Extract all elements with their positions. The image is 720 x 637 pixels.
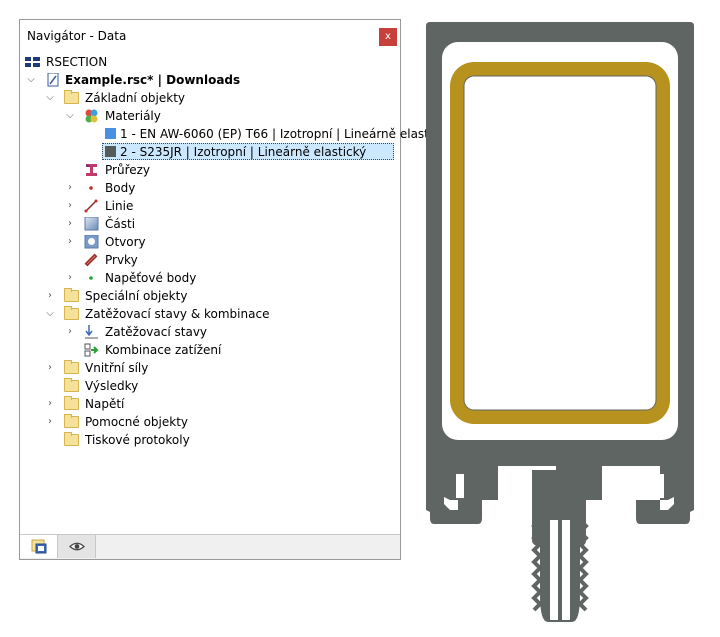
chevron-down-icon[interactable]: ⌵ — [26, 71, 36, 89]
tree-label: Prvky — [105, 253, 138, 267]
chevron-right-icon[interactable]: › — [65, 269, 75, 287]
tree-label: Výsledky — [85, 379, 139, 393]
chevron-right-icon[interactable]: › — [45, 359, 55, 377]
tree-item-material-2[interactable]: 2 - S235JR | Izotropní | Lineárně elasti… — [20, 143, 400, 161]
chevron-right-icon[interactable]: › — [65, 233, 75, 251]
tree-item-printout-reports[interactable]: Tiskové protokoly — [20, 431, 400, 449]
tree-item-stresses[interactable]: › Napětí — [20, 395, 400, 413]
tree-label: Průřezy — [105, 163, 151, 177]
file-icon — [46, 72, 61, 87]
stress-point-icon — [84, 271, 99, 285]
tree-item-results[interactable]: Výsledky — [20, 377, 400, 395]
tree-label: Zatěžovací stavy & kombinace — [85, 307, 270, 321]
folder-icon — [64, 90, 79, 104]
chevron-down-icon[interactable]: ⌵ — [45, 305, 55, 323]
navigator-panel: Navigátor - Data x RSECTION ⌵ Example.rs… — [19, 19, 452, 560]
tree-item-file[interactable]: ⌵ Example.rsc* | Downloads — [20, 71, 400, 89]
line-icon — [84, 199, 99, 213]
close-button[interactable]: x — [379, 28, 397, 46]
tree-item-load-cases-combinations[interactable]: ⌵ Zatěžovací stavy & kombinace — [20, 305, 400, 323]
tree-item-load-combinations[interactable]: Kombinace zatížení — [20, 341, 400, 359]
part-icon — [84, 216, 99, 231]
material-color-icon — [104, 145, 119, 159]
tree-label: Linie — [105, 199, 134, 213]
tree-label: Tiskové protokoly — [85, 433, 190, 447]
chevron-right-icon[interactable]: › — [45, 287, 55, 305]
tree-item-stress-points[interactable]: › Napěťové body — [20, 269, 400, 287]
tree-item-load-cases[interactable]: › Zatěžovací stavy — [20, 323, 400, 341]
section-icon — [84, 163, 99, 177]
tree-item-elements[interactable]: Prvky — [20, 251, 400, 269]
material-color-icon — [104, 127, 119, 141]
tree-label: Materiály — [105, 109, 161, 123]
folder-icon — [64, 396, 79, 410]
tree-item-guide-objects[interactable]: › Pomocné objekty — [20, 413, 400, 431]
tree-item-points[interactable]: › Body — [20, 179, 400, 197]
opening-icon — [84, 234, 99, 249]
folder-icon — [64, 432, 79, 446]
eye-icon — [69, 542, 85, 551]
tree-label: Speciální objekty — [85, 289, 188, 303]
cross-section-drawing — [426, 22, 694, 622]
tree-label: 2 - S235JR | Izotropní | Lineárně elasti… — [120, 145, 367, 159]
tree-item-special-objects[interactable]: › Speciální objekty — [20, 287, 400, 305]
tree-label: Body — [105, 181, 136, 195]
load-combination-icon — [84, 343, 99, 357]
materials-icon — [84, 109, 99, 123]
tab-view[interactable] — [58, 535, 96, 558]
tree-item-rsection[interactable]: RSECTION — [20, 53, 400, 71]
navigator-title: Navigátor - Data — [27, 29, 127, 43]
tree-label: 1 - EN AW-6060 (EP) T66 | Izotropní | Li… — [120, 127, 453, 141]
tree-label: Example.rsc* | Downloads — [65, 73, 241, 87]
tree-item-parts[interactable]: › Části — [20, 215, 400, 233]
chevron-right-icon[interactable]: › — [65, 179, 75, 197]
tree-label: Části — [105, 217, 136, 231]
tree-label: Vnitřní síly — [85, 361, 149, 375]
insert-profile-shape — [450, 62, 670, 424]
folder-icon — [64, 378, 79, 392]
chevron-right-icon[interactable]: › — [45, 395, 55, 413]
tree-label: RSECTION — [46, 55, 108, 69]
tree-label: Pomocné objekty — [85, 415, 189, 429]
tree-label: Napěťové body — [105, 271, 197, 285]
chevron-right-icon[interactable]: › — [45, 413, 55, 431]
tree-item-lines[interactable]: › Linie — [20, 197, 400, 215]
tree-item-material-1[interactable]: 1 - EN AW-6060 (EP) T66 | Izotropní | Li… — [20, 125, 452, 143]
tree-label: Otvory — [105, 235, 146, 249]
tree-label: Zatěžovací stavy — [105, 325, 208, 339]
navigator-tab-bar — [20, 534, 400, 559]
load-case-icon — [84, 325, 99, 339]
tree-label: Základní objekty — [85, 91, 186, 105]
chevron-right-icon[interactable]: › — [65, 323, 75, 341]
tree-label: Kombinace zatížení — [105, 343, 222, 357]
tab-data[interactable] — [20, 535, 58, 558]
data-navigator-icon — [31, 539, 47, 554]
chevron-down-icon[interactable]: ⌵ — [65, 107, 75, 125]
navigator-titlebar: Navigátor - Data x — [20, 20, 400, 52]
folder-icon — [64, 288, 79, 302]
chevron-right-icon[interactable]: › — [65, 197, 75, 215]
chevron-right-icon[interactable]: › — [65, 215, 75, 233]
tree-item-openings[interactable]: › Otvory — [20, 233, 400, 251]
element-icon — [84, 253, 99, 267]
tree-item-basic-objects[interactable]: ⌵ Základní objekty — [20, 89, 400, 107]
folder-icon — [64, 306, 79, 320]
tree-label: Napětí — [85, 397, 125, 411]
folder-icon — [64, 360, 79, 374]
point-icon — [84, 181, 99, 195]
chevron-down-icon[interactable]: ⌵ — [45, 89, 55, 107]
folder-icon — [64, 414, 79, 428]
tree-item-sections[interactable]: Průřezy — [20, 161, 400, 179]
tree-item-internal-forces[interactable]: › Vnitřní síly — [20, 359, 400, 377]
tree-item-materials[interactable]: ⌵ Materiály — [20, 107, 400, 125]
rsection-app-icon — [25, 55, 40, 69]
